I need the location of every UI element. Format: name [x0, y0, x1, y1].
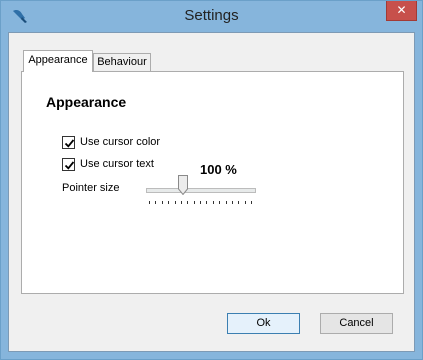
checkmark-icon: [64, 139, 75, 148]
window-title: Settings: [184, 7, 239, 24]
slider-tick: [181, 201, 182, 204]
title-bar[interactable]: Settings ✕: [1, 1, 422, 32]
use-cursor-color-label: Use cursor color: [80, 136, 161, 148]
slider-tick: [194, 201, 195, 204]
ok-button[interactable]: Ok: [227, 313, 300, 334]
slider-tick: [238, 201, 239, 204]
slider-track[interactable]: [146, 188, 256, 193]
slider-thumb[interactable]: [178, 175, 188, 195]
use-cursor-text-label: Use cursor text: [80, 158, 154, 170]
slider-tick: [149, 201, 150, 204]
slider-tick: [213, 201, 214, 204]
slider-tick: [175, 201, 176, 204]
close-button[interactable]: ✕: [386, 1, 417, 21]
slider-tick: [168, 201, 169, 204]
slider-tick: [251, 201, 252, 204]
use-cursor-text-checkbox[interactable]: [62, 158, 75, 171]
pointer-size-label: Pointer size: [62, 182, 120, 194]
slider-ticks: [149, 201, 253, 206]
slider-tick: [206, 201, 207, 204]
close-icon: ✕: [396, 3, 407, 17]
pointer-size-slider[interactable]: [146, 175, 256, 215]
slider-tick: [187, 201, 188, 204]
checkmark-icon: [64, 161, 75, 170]
use-cursor-color-checkbox[interactable]: [62, 136, 75, 149]
settings-window: Settings ✕ Appearance Behaviour Appearan…: [0, 0, 423, 360]
slider-tick: [245, 201, 246, 204]
appearance-panel: Appearance Use cursor color Use cursor t…: [21, 71, 404, 294]
slider-tick: [155, 201, 156, 204]
slider-tick: [226, 201, 227, 204]
slider-tick: [162, 201, 163, 204]
cancel-button[interactable]: Cancel: [320, 313, 393, 334]
slider-tick: [232, 201, 233, 204]
tab-behaviour[interactable]: Behaviour: [93, 53, 151, 72]
tab-appearance[interactable]: Appearance: [23, 50, 93, 72]
section-title: Appearance: [46, 94, 127, 110]
dialog-body: Appearance Behaviour Appearance Use curs…: [8, 32, 415, 352]
slider-tick: [219, 201, 220, 204]
slider-tick: [200, 201, 201, 204]
